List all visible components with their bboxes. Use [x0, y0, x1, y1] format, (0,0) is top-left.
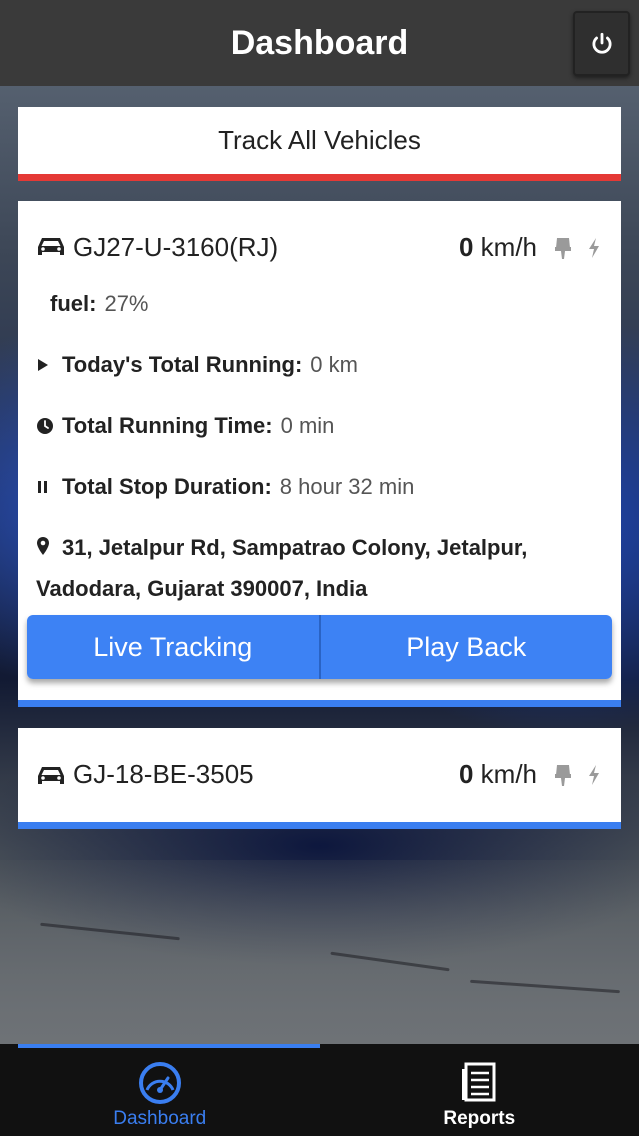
- nav-dashboard-label: Dashboard: [113, 1108, 207, 1129]
- running-label: Today's Total Running:: [62, 352, 303, 377]
- vehicle-address: 31, Jetalpur Rd, Sampatrao Colony, Jetal…: [36, 528, 606, 609]
- stop-duration-value: 8 hour 32 min: [279, 474, 415, 499]
- ignition-icon: [555, 238, 571, 259]
- page-title: Dashboard: [230, 23, 409, 62]
- nav-reports-label: Reports: [443, 1108, 516, 1129]
- vehicle-card[interactable]: GJ-18-BE-3505 0 km/h: [18, 728, 621, 829]
- running-value: 0 km: [310, 352, 358, 377]
- speedometer-icon: [138, 1062, 181, 1104]
- live-tracking-button[interactable]: Live Tracking: [27, 615, 321, 679]
- reports-icon: [462, 1062, 496, 1102]
- vehicle-action-buttons: Live Tracking Play Back: [27, 615, 612, 679]
- playback-button[interactable]: Play Back: [320, 615, 612, 679]
- car-icon: [38, 767, 64, 784]
- fuel-line: fuel: 27%: [50, 291, 149, 317]
- vehicle-name: GJ-18-BE-3505: [73, 759, 254, 789]
- vehicle-name: GJ27-U-3160(RJ): [73, 232, 279, 262]
- vehicle-card-header[interactable]: GJ27-U-3160(RJ) 0 km/h: [18, 201, 621, 293]
- stop-duration-label: Total Stop Duration:: [62, 474, 272, 499]
- running-line: Today's Total Running: 0 km: [36, 352, 358, 378]
- bottom-navigation: Dashboard Reports: [0, 1044, 639, 1136]
- logout-button[interactable]: [573, 11, 630, 76]
- clock-icon: [37, 418, 53, 434]
- vehicle-speed: 0 km/h: [458, 759, 537, 789]
- track-all-label: Track All Vehicles: [218, 125, 421, 155]
- map-pin-icon: [37, 537, 49, 556]
- vehicle-speed: 0 km/h: [458, 232, 537, 262]
- track-all-vehicles-button[interactable]: Track All Vehicles: [18, 107, 621, 181]
- vehicle-card[interactable]: GJ27-U-3160(RJ) 0 km/h fuel: 27% Today's…: [18, 201, 621, 707]
- nav-reports[interactable]: Reports: [320, 1044, 639, 1136]
- pause-icon: [38, 481, 47, 493]
- app-header: Dashboard: [0, 0, 639, 86]
- background-floor: [0, 860, 639, 1044]
- play-icon: [38, 359, 48, 371]
- stop-duration-line: Total Stop Duration: 8 hour 32 min: [36, 474, 414, 500]
- running-time-value: 0 min: [280, 413, 335, 438]
- car-icon: [38, 238, 64, 255]
- running-time-line: Total Running Time: 0 min: [36, 413, 334, 439]
- ignition-icon: [555, 765, 571, 786]
- fuel-value: 27%: [104, 291, 149, 316]
- fuel-label: fuel:: [50, 291, 97, 316]
- power-icon: [591, 32, 612, 54]
- nav-dashboard[interactable]: Dashboard: [0, 1044, 320, 1136]
- address-text: 31, Jetalpur Rd, Sampatrao Colony, Jetal…: [36, 535, 528, 602]
- running-time-label: Total Running Time:: [62, 413, 273, 438]
- vehicle-card-header[interactable]: GJ-18-BE-3505 0 km/h: [18, 728, 621, 820]
- power-status-icon: [589, 238, 599, 258]
- power-status-icon: [589, 765, 599, 785]
